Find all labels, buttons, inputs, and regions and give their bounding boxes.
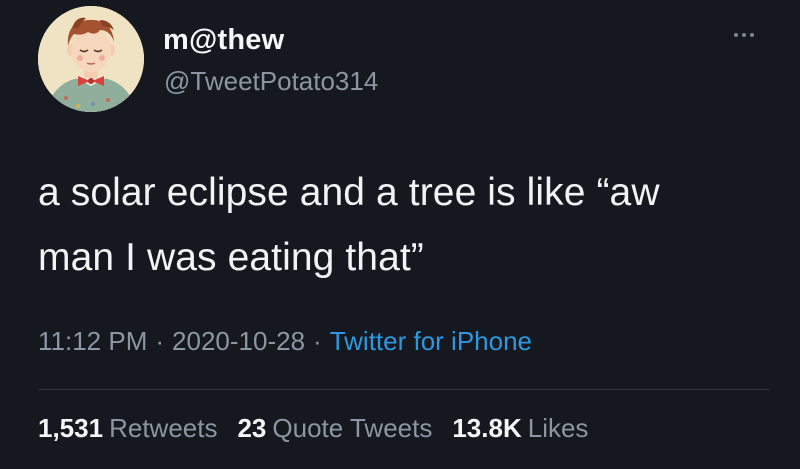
more-options-icon[interactable] bbox=[724, 24, 764, 46]
retweets-label: Retweets bbox=[109, 413, 218, 443]
divider bbox=[38, 389, 770, 390]
meta-separator: · bbox=[313, 326, 322, 356]
tweet-text: a solar eclipse and a tree is like “aw m… bbox=[38, 171, 660, 279]
cartoon-child-avatar-icon bbox=[38, 6, 144, 112]
display-name[interactable]: m@thew bbox=[163, 24, 284, 57]
quote-tweets-label: Quote Tweets bbox=[272, 413, 433, 443]
tweet-time[interactable]: 11:12 PM bbox=[38, 326, 147, 356]
avatar[interactable] bbox=[38, 6, 144, 112]
meta-separator: · bbox=[155, 326, 165, 356]
tweet-date[interactable]: 2020-10-28 bbox=[172, 326, 305, 356]
quote-tweets-count: 23 bbox=[237, 413, 267, 443]
likes-stat[interactable]: 13.8K Likes bbox=[452, 413, 588, 444]
tweet-stats: 1,531 Retweets 23 Quote Tweets 13.8K Likes bbox=[38, 413, 588, 444]
quote-tweets-stat[interactable]: 23 Quote Tweets bbox=[237, 413, 432, 444]
user-handle[interactable]: @TweetPotato314 bbox=[164, 66, 378, 97]
likes-label: Likes bbox=[527, 413, 589, 443]
tweet-source-link[interactable]: Twitter for iPhone bbox=[330, 326, 532, 356]
tweet-meta: 11:12 PM · 2020-10-28 · Twitter for iPhone bbox=[38, 326, 532, 357]
retweets-count: 1,531 bbox=[38, 413, 104, 443]
retweets-stat[interactable]: 1,531 Retweets bbox=[38, 413, 217, 444]
likes-count: 13.8K bbox=[452, 413, 522, 443]
tweet-card: m@thew @TweetPotato314 a solar eclipse a… bbox=[0, 0, 800, 469]
